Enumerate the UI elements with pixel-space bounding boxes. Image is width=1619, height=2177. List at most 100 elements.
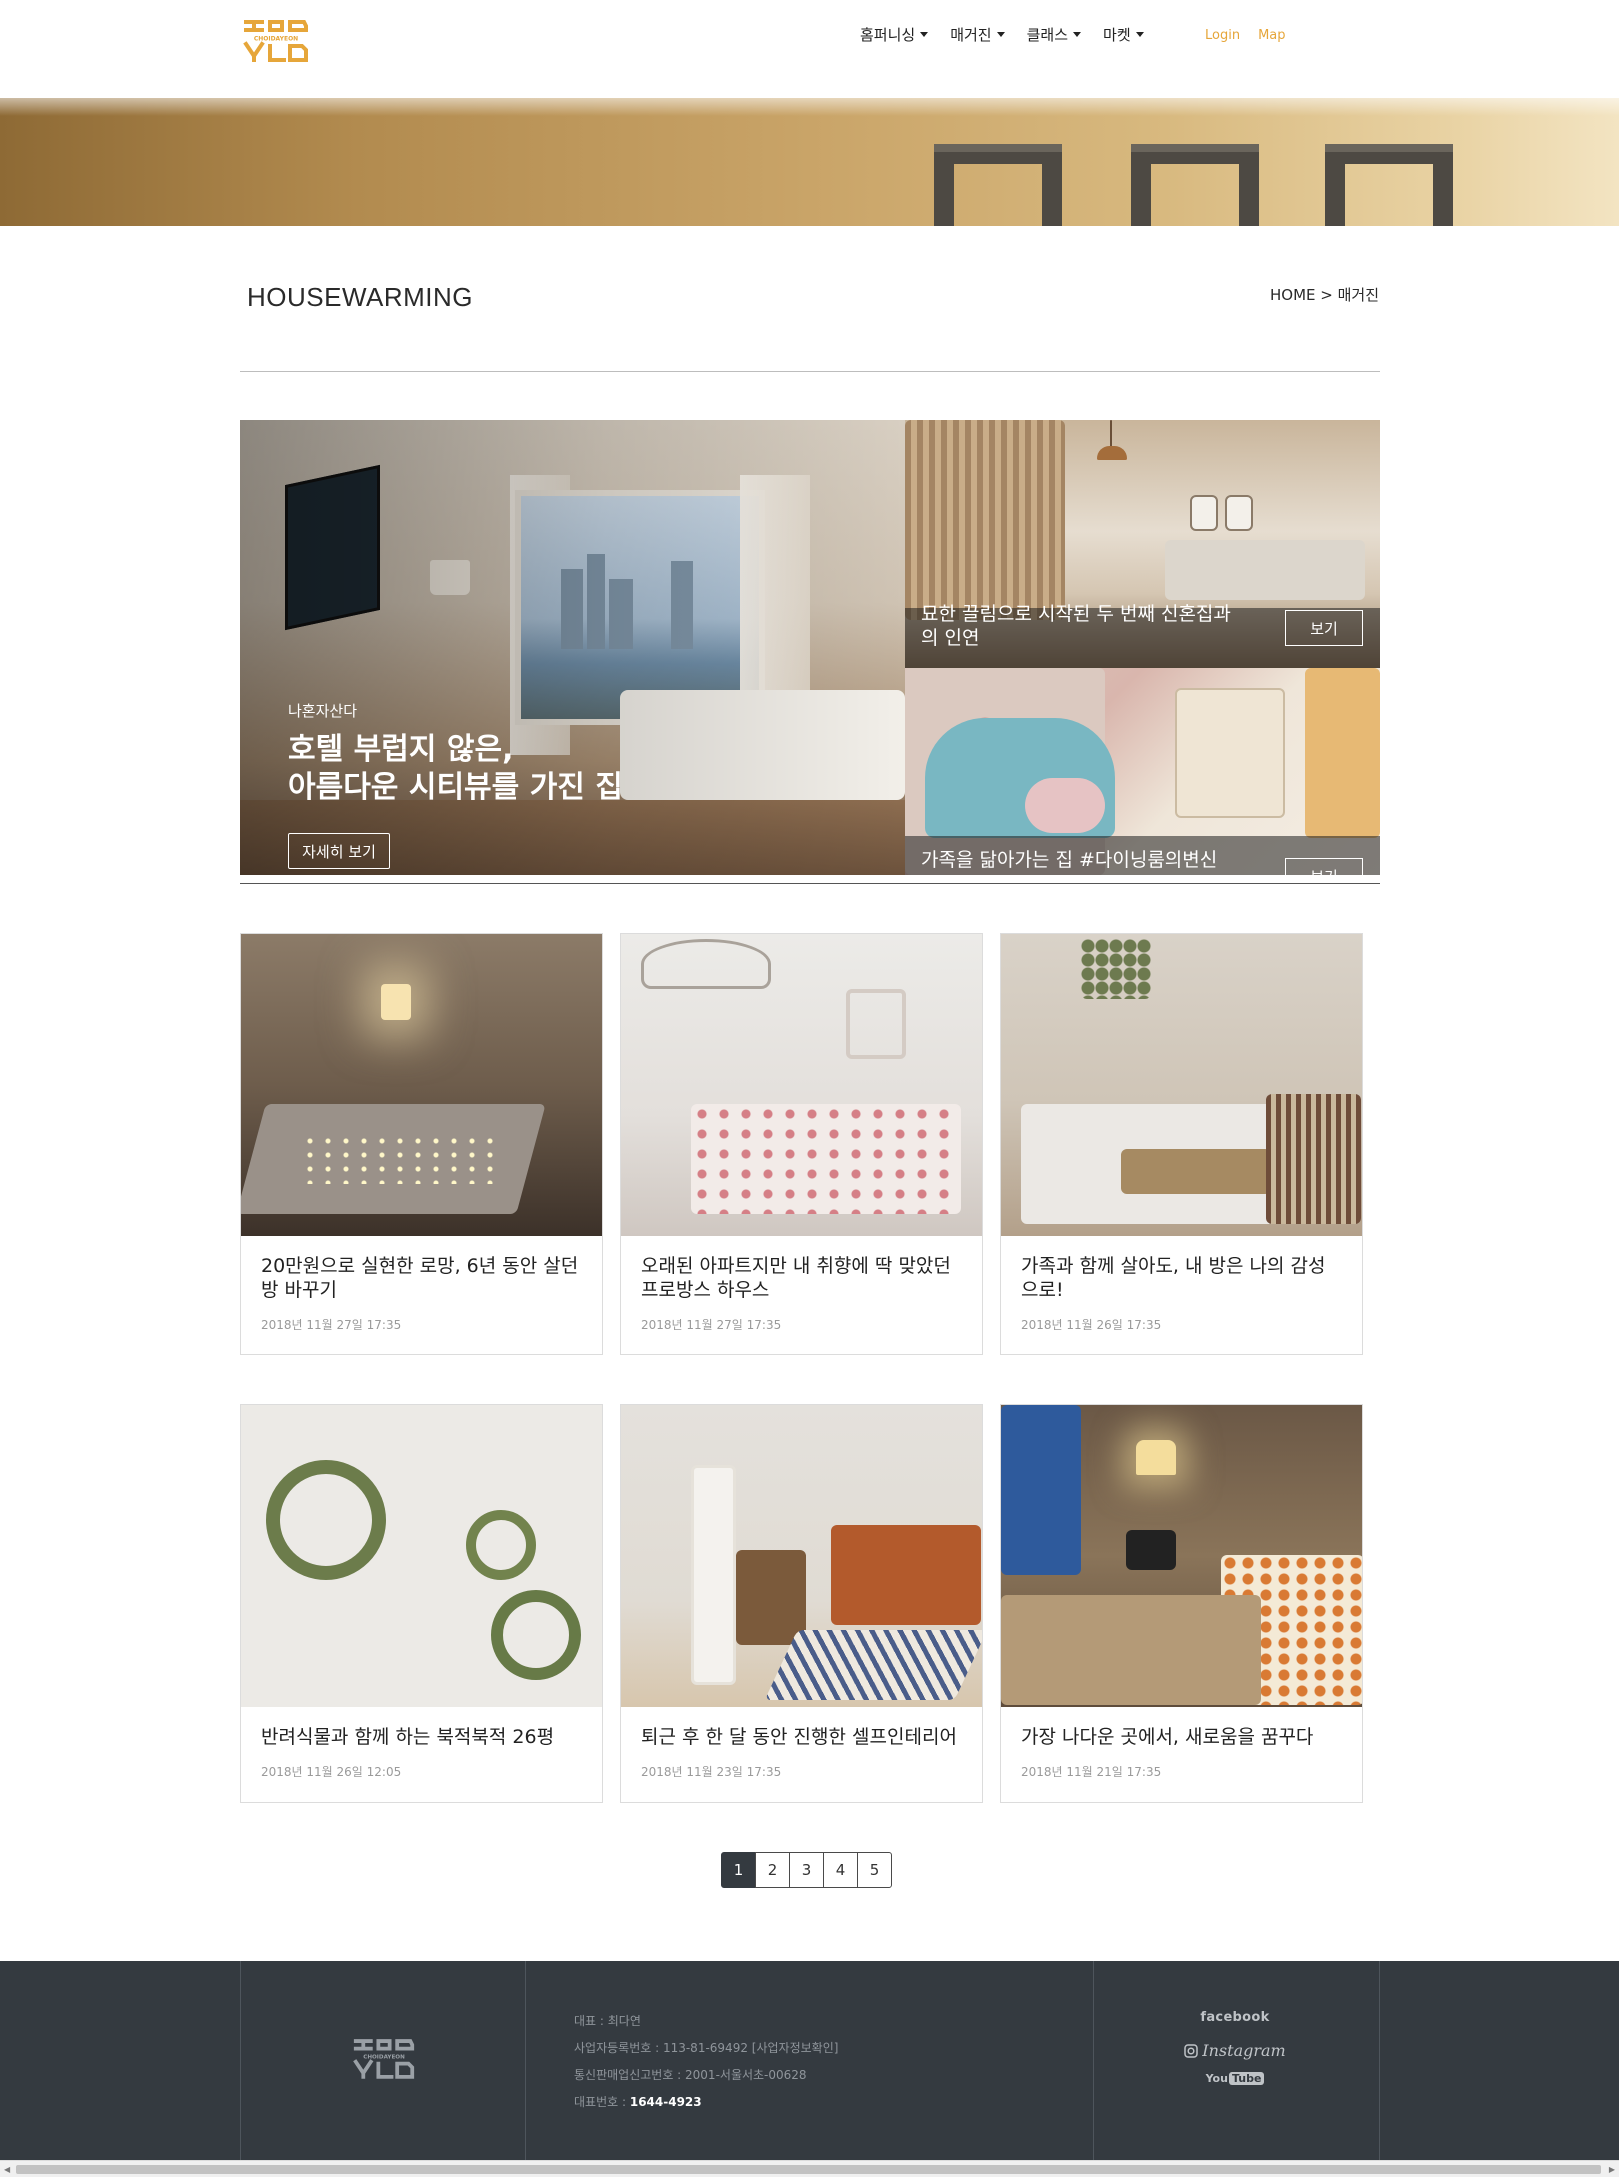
business-number-text: 사업자등록번호 : 113-81-69492 [사업자정보확인]: [574, 2041, 839, 2055]
footer-divider: [240, 1961, 241, 2160]
page-title: HOUSEWARMING: [247, 282, 474, 312]
caret-down-icon: [1135, 32, 1144, 37]
article-title: 퇴근 후 한 달 동안 진행한 셀프인테리어: [641, 1726, 957, 1748]
bookshelf-image: [1266, 1094, 1361, 1224]
nav-item-homefurnishing[interactable]: 홈퍼니싱: [860, 24, 929, 45]
article-card[interactable]: 20만원으로 실현한 로망, 6년 동안 살던 방 바꾸기 2018년 11월 …: [240, 933, 603, 1355]
article-date: 2018년 11월 23일 17:35: [641, 1765, 782, 1779]
article-card[interactable]: 오래된 아파트지만 내 취향에 딱 맞았던 프로방스 하우스 2018년 11월…: [620, 933, 983, 1355]
wall-frame-image: [1190, 495, 1218, 531]
login-link[interactable]: Login: [1205, 28, 1240, 43]
ceo-text: 대표 : 최다연: [574, 2014, 641, 2028]
youtube-label-you: You: [1205, 2072, 1228, 2085]
phone-number: 1644-4923: [629, 2095, 702, 2109]
ecommerce-number-text: 통신판매업신고번호 : 2001-서울서초-00628: [574, 2068, 807, 2082]
article-date: 2018년 11월 27일 17:35: [641, 1318, 782, 1332]
map-link[interactable]: Map: [1258, 28, 1285, 43]
facebook-link[interactable]: facebook: [1180, 2010, 1290, 2025]
featured-side-title: 가족을 닮아가는 집 #다이닝룸의변신: [921, 848, 1217, 872]
scrollbar-thumb[interactable]: [16, 2165, 1601, 2174]
site-header: CHOIDAYEON 홈퍼니싱 매거진 클래스 마켓 Login Map: [0, 0, 1619, 98]
nav-label: 매거진: [950, 26, 992, 44]
caret-down-icon: [920, 32, 929, 37]
window-night-image: [1001, 1405, 1081, 1575]
article-thumbnail-image: [1001, 934, 1362, 1236]
article-thumbnail-image: [1001, 1405, 1362, 1707]
fairy-lights-image: [301, 1134, 501, 1184]
banner-shelf-frame: [1325, 144, 1453, 226]
wooden-dresser-image: [831, 1525, 981, 1625]
page-button[interactable]: 2: [755, 1852, 790, 1888]
instagram-link[interactable]: Instagram: [1180, 2041, 1290, 2060]
scroll-right-arrow-icon[interactable]: ▶: [1609, 2165, 1615, 2174]
youtube-label-tube: Tube: [1228, 2072, 1265, 2085]
site-footer: CHOIDAYEON 대표 : 최다연 사업자등록번호 : 113-81-694…: [0, 1961, 1619, 2160]
featured-side-card[interactable]: 묘한 끌림으로 시작된 두 번째 신혼집과 의 인연 보기: [905, 420, 1380, 668]
nav-item-market[interactable]: 마켓: [1103, 24, 1144, 45]
article-card[interactable]: 가족과 함께 살아도, 내 방은 나의 감성으로! 2018년 11월 26일 …: [1000, 933, 1363, 1355]
article-title: 반려식물과 함께 하는 북적북적 26평: [261, 1726, 555, 1748]
chandelier-image: [641, 939, 771, 989]
article-date: 2018년 11월 26일 12:05: [261, 1765, 402, 1779]
article-card[interactable]: 퇴근 후 한 달 동안 진행한 셀프인테리어 2018년 11월 23일 17:…: [620, 1404, 983, 1803]
featured-view-button[interactable]: 보기: [1285, 610, 1363, 646]
footer-logo-wordmark: CHOIDAYEON: [363, 2054, 405, 2060]
wreath-image: [466, 1510, 536, 1580]
article-date: 2018년 11월 27일 17:35: [261, 1318, 402, 1332]
scroll-left-arrow-icon[interactable]: ◀: [4, 2165, 10, 2174]
tray-image: [1121, 1149, 1271, 1194]
featured-view-button[interactable]: 보기: [1285, 858, 1363, 875]
page-button[interactable]: 3: [789, 1852, 824, 1888]
footer-logo[interactable]: CHOIDAYEON: [352, 2035, 416, 2081]
wooden-chair-image: [736, 1550, 806, 1645]
youtube-link[interactable]: You Tube: [1180, 2072, 1290, 2085]
social-links: facebook Instagram You Tube: [1180, 2010, 1290, 2085]
nav-label: 마켓: [1103, 26, 1131, 44]
utility-links: Login Map: [1205, 28, 1286, 43]
featured-title-line2: 아름다운 시티뷰를 가진 집: [288, 770, 623, 805]
article-card[interactable]: 가장 나다운 곳에서, 새로움을 꿈꾸다 2018년 11월 21일 17:35: [1000, 1404, 1363, 1803]
divider: [240, 371, 1380, 372]
article-thumbnail-image: [241, 1405, 602, 1707]
article-title: 오래된 아파트지만 내 취향에 딱 맞았던 프로방스 하우스: [641, 1255, 951, 1301]
featured-title-line1: 호텔 부럽지 않은,: [288, 732, 514, 767]
brand-logo[interactable]: CHOIDAYEON: [242, 16, 310, 64]
featured-main-card[interactable]: 나혼자산다 호텔 부럽지 않은, 아름다운 시티뷰를 가진 집 자세히 보기: [240, 420, 905, 875]
featured-side-card[interactable]: 가족을 닮아가는 집 #다이닝룸의변신 보기: [905, 668, 1380, 875]
logo-wordmark: CHOIDAYEON: [254, 36, 298, 43]
page-button[interactable]: 1: [721, 1852, 756, 1888]
blinds-image: [905, 420, 1065, 620]
monitor-image: [1126, 1530, 1176, 1570]
lamp-glow-image: [381, 984, 411, 1020]
sofa-image: [1165, 540, 1365, 600]
pendant-lamp-image: [1097, 446, 1127, 460]
title-line: 의 인연: [921, 627, 980, 649]
featured-main-text: 나혼자산다 호텔 부럽지 않은, 아름다운 시티뷰를 가진 집: [288, 700, 623, 807]
phone-text: 대표번호 : 1644-4923: [574, 2089, 838, 2116]
curtain-image: [1305, 668, 1380, 838]
featured-section: 나혼자산다 호텔 부럽지 않은, 아름다운 시티뷰를 가진 집 자세히 보기 묘…: [240, 420, 1380, 875]
wreath-image: [266, 1460, 386, 1580]
article-date: 2018년 11월 21일 17:35: [1021, 1765, 1162, 1779]
title-line: 가족을 닮아가는 집 #다이닝룸의변신: [921, 849, 1218, 871]
featured-detail-button[interactable]: 자세히 보기: [288, 833, 390, 869]
rug-image: [764, 1630, 982, 1700]
featured-side-title: 묘한 끌림으로 시작된 두 번째 신혼집과 의 인연: [921, 602, 1231, 650]
article-date: 2018년 11월 26일 17:35: [1021, 1318, 1162, 1332]
article-thumbnail-image: [621, 934, 982, 1236]
nav-item-magazine[interactable]: 매거진: [950, 24, 1005, 45]
article-card[interactable]: 반려식물과 함께 하는 북적북적 26평 2018년 11월 26일 12:05: [240, 1404, 603, 1803]
footer-divider: [525, 1961, 526, 2160]
banner-highlight: [0, 98, 1619, 116]
nav-label: 홈퍼니싱: [860, 26, 916, 44]
article-title: 가장 나다운 곳에서, 새로움을 꿈꾸다: [1021, 1726, 1314, 1748]
caret-down-icon: [1073, 32, 1082, 37]
nav-item-class[interactable]: 클래스: [1027, 24, 1082, 45]
blanket-image: [1001, 1595, 1261, 1705]
horizontal-scrollbar[interactable]: ◀ ▶: [0, 2160, 1619, 2177]
featured-category: 나혼자산다: [288, 702, 358, 720]
main-nav: 홈퍼니싱 매거진 클래스 마켓: [860, 24, 1144, 45]
page-button[interactable]: 5: [857, 1852, 892, 1888]
hero-banner-image: [0, 98, 1619, 226]
page-button[interactable]: 4: [823, 1852, 858, 1888]
